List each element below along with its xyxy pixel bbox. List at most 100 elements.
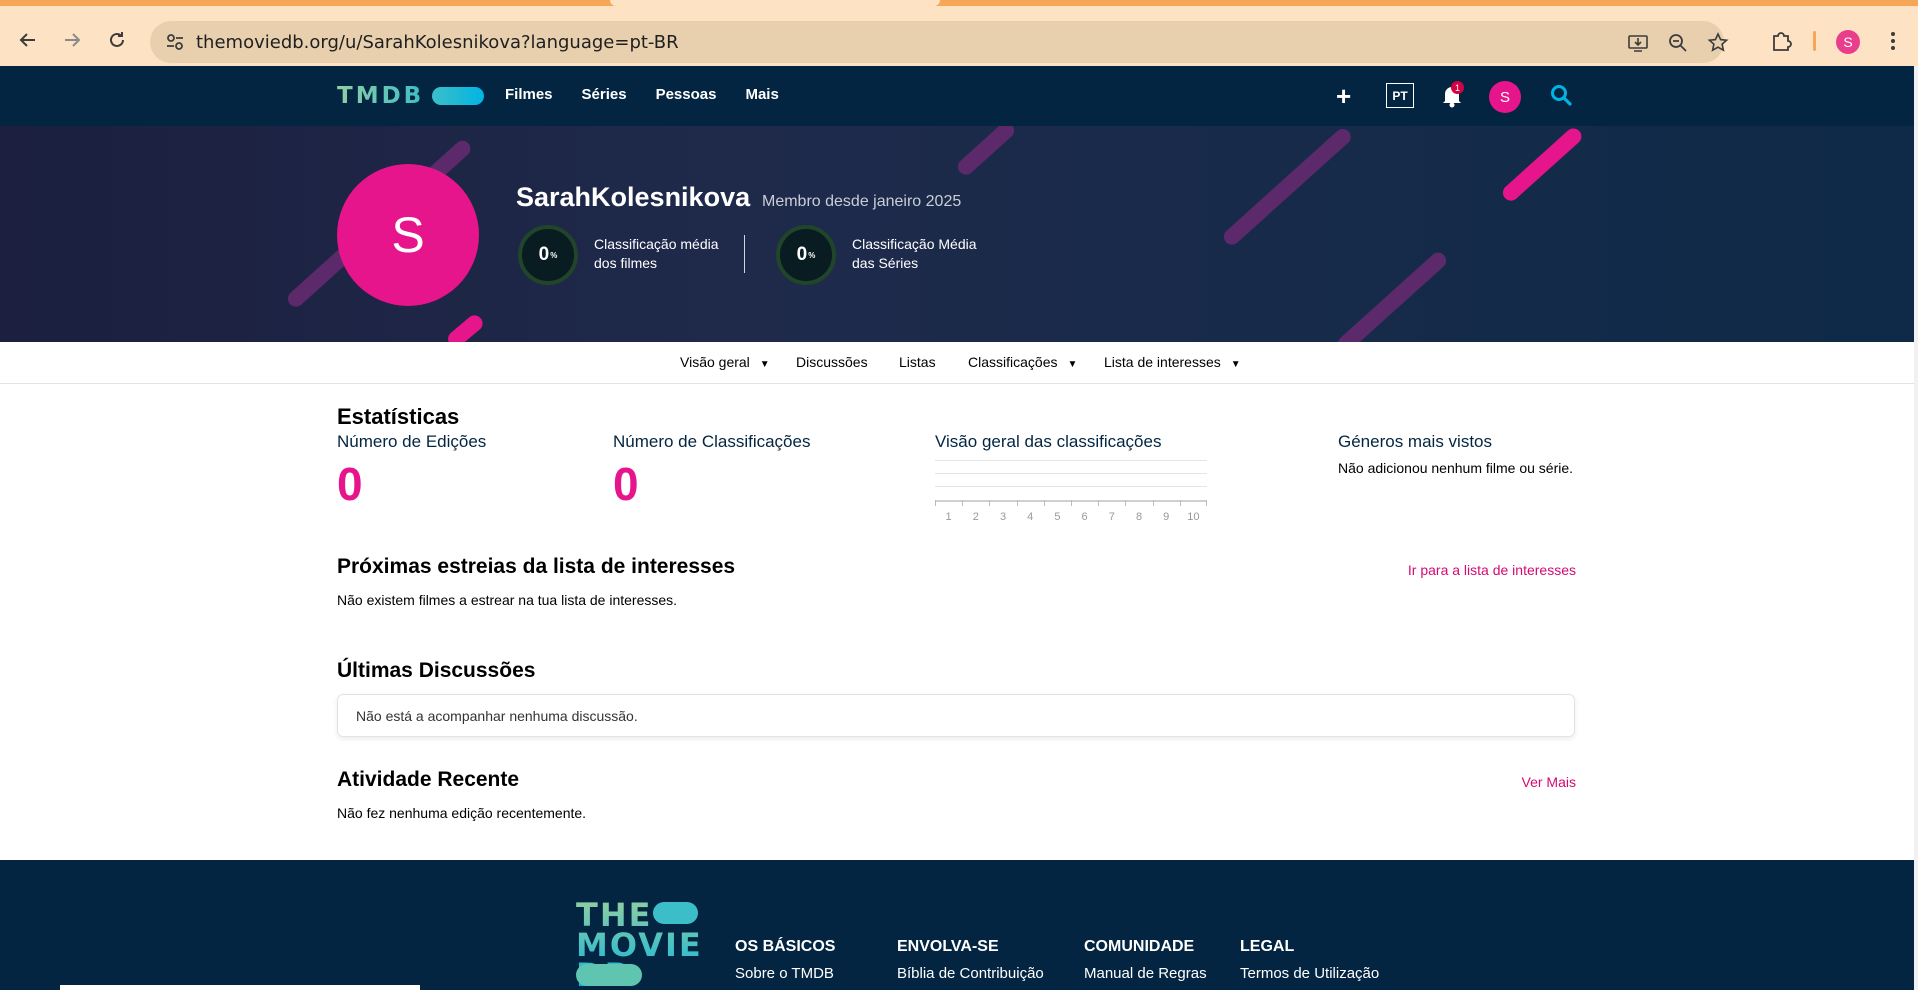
footer-community-heading: COMUNIDADE: [1084, 938, 1195, 955]
chart-tick: [1125, 500, 1127, 506]
score-divider: [744, 235, 745, 273]
toolbar-separator: [1813, 31, 1816, 51]
page-scrollbar[interactable]: [1914, 66, 1918, 990]
see-more-link[interactable]: Ver Mais: [1460, 774, 1576, 790]
tab-overview-label: Visão geral: [680, 354, 750, 370]
watchlist-link[interactable]: Ir para a lista de interesses: [1360, 562, 1576, 578]
chart-gridline: [935, 486, 1207, 487]
site-header: TMDB Filmes Séries Pessoas Mais + PT 1 S: [0, 66, 1914, 126]
rating-overview-label: Visão geral das classificações: [935, 432, 1162, 451]
footer-involved-heading: ENVOLVA-SE: [897, 938, 999, 955]
chart-tick: [1071, 500, 1072, 506]
extensions-icon[interactable]: [1768, 28, 1794, 54]
banner-stripe: [1499, 126, 1585, 204]
activity-heading: Atividade Recente: [337, 768, 520, 791]
chart-tick-label: 3: [999, 511, 1007, 523]
movie-score-value: 0: [538, 244, 550, 265]
tv-score-label-line: das Séries: [852, 255, 919, 271]
member-since: Membro desde janeiro 2025: [762, 193, 962, 210]
movie-score-label-line: dos filmes: [594, 255, 658, 271]
banner-stripe: [1220, 126, 1354, 248]
chart-tick-label: 1: [945, 511, 952, 523]
discussions-heading: Últimas Discussões: [337, 659, 536, 682]
user-avatar[interactable]: S: [1489, 81, 1521, 113]
add-icon[interactable]: +: [1336, 83, 1351, 109]
top-genres-text: Não adicionou nenhum filme ou série.: [1338, 460, 1574, 476]
tab-ratings[interactable]: Classificações ▼: [968, 354, 1077, 370]
tv-score-ring: 0%: [776, 225, 836, 285]
tab-discussions[interactable]: Discussões: [796, 354, 868, 370]
movie-score-unit: %: [550, 250, 558, 260]
caret-down-icon: ▼: [1230, 359, 1241, 370]
ratings-count-label: Número de Classificações: [613, 432, 811, 451]
rating-distribution-chart: 1 2 3 4 5 6 7 8 9 10: [935, 455, 1207, 525]
site-info-icon[interactable]: [164, 31, 186, 53]
browser-profile-avatar[interactable]: S: [1836, 30, 1860, 54]
browser-toolbar: themoviedb.org/u/SarahKolesnikova?langua…: [0, 6, 1918, 66]
tab-watchlist[interactable]: Lista de interesses ▼: [1104, 354, 1241, 370]
reload-icon[interactable]: [103, 26, 131, 54]
footer-basics-heading: OS BÁSICOS: [735, 938, 836, 955]
forward-icon[interactable]: [58, 26, 86, 54]
footer-about-link[interactable]: Sobre o TMDB: [735, 965, 834, 982]
footer-contribution-link[interactable]: Bíblia de Contribuição: [897, 965, 1044, 982]
chart-tick-label: 5: [1054, 511, 1061, 523]
chart-gridline: [935, 460, 1207, 461]
tmdb-logo-pill: [432, 87, 485, 105]
tv-score-unit: %: [808, 250, 816, 260]
banner-stripe: [444, 312, 486, 342]
chart-tick: [1206, 500, 1207, 506]
tv-score-label: Classificação Média das Séries: [852, 235, 977, 273]
install-app-icon[interactable]: [1626, 31, 1650, 55]
chart-tick-label: 2: [972, 511, 979, 523]
back-icon[interactable]: [14, 26, 42, 54]
caret-down-icon: ▼: [1067, 359, 1078, 370]
chart-tick: [935, 500, 936, 506]
url-text[interactable]: themoviedb.org/u/SarahKolesnikova?langua…: [196, 32, 679, 53]
nav-people[interactable]: Pessoas: [656, 86, 717, 103]
top-genres-label: Géneros mais vistos: [1338, 432, 1492, 451]
movie-score-ring: 0%: [518, 225, 578, 285]
chart-gridline: [935, 473, 1207, 474]
address-bar[interactable]: themoviedb.org/u/SarahKolesnikova?langua…: [150, 21, 1729, 63]
stats-heading: Estatísticas: [337, 404, 460, 429]
activity-empty-text: Não fez nenhuma edição recentemente.: [337, 805, 587, 821]
chart-tick-label: 7: [1108, 511, 1115, 523]
chart-tick-label: 4: [1027, 511, 1034, 523]
edits-label: Número de Edições: [337, 432, 487, 451]
nav-tv-shows[interactable]: Séries: [582, 86, 627, 103]
chart-tick: [1098, 500, 1100, 506]
footer-terms-link[interactable]: Termos de Utilização: [1240, 965, 1379, 982]
footer-guidelines-link[interactable]: Manual de Regras: [1084, 965, 1207, 982]
search-icon[interactable]: [1549, 83, 1573, 107]
chart-tick-label: 8: [1135, 511, 1143, 523]
tab-watchlist-label: Lista de interesses: [1104, 354, 1221, 370]
tmdb-logo[interactable]: TMDB: [337, 83, 485, 109]
banner-stripe: [954, 126, 1018, 178]
chart-tick-label: 9: [1163, 511, 1170, 523]
chart-tick: [1179, 500, 1181, 506]
bookmark-star-icon[interactable]: [1706, 31, 1730, 55]
chart-tick: [989, 500, 991, 506]
profile-username: SarahKolesnikova: [516, 182, 751, 212]
tab-lists[interactable]: Listas: [899, 354, 936, 370]
footer-logo-pill: [653, 902, 698, 924]
profile-avatar[interactable]: S: [337, 164, 479, 306]
chart-tick-label: 10: [1187, 511, 1200, 523]
tv-score-value: 0: [796, 244, 808, 265]
tab-ratings-label: Classificações: [968, 354, 1058, 370]
tmdb-logo-text: TMDB: [337, 83, 425, 109]
zoom-icon[interactable]: [1666, 31, 1690, 55]
tab-overview[interactable]: Visão geral ▼: [680, 354, 770, 370]
download-shelf-edge: [60, 985, 420, 990]
browser-menu-icon[interactable]: [1880, 28, 1906, 54]
footer-logo-pill: [576, 964, 642, 986]
movie-score-label-line: Classificação média: [594, 236, 719, 252]
profile-sub-nav: Visão geral ▼ Discussões Listas Classific…: [0, 342, 1914, 384]
language-button[interactable]: PT: [1386, 83, 1414, 108]
nav-more[interactable]: Mais: [745, 86, 778, 103]
main-nav: Filmes Séries Pessoas Mais: [505, 86, 779, 103]
discussions-empty-text: Não está a acompanhar nenhuma discussão.: [356, 708, 638, 724]
nav-movies[interactable]: Filmes: [505, 86, 553, 103]
banner-stripe: [1334, 249, 1450, 342]
